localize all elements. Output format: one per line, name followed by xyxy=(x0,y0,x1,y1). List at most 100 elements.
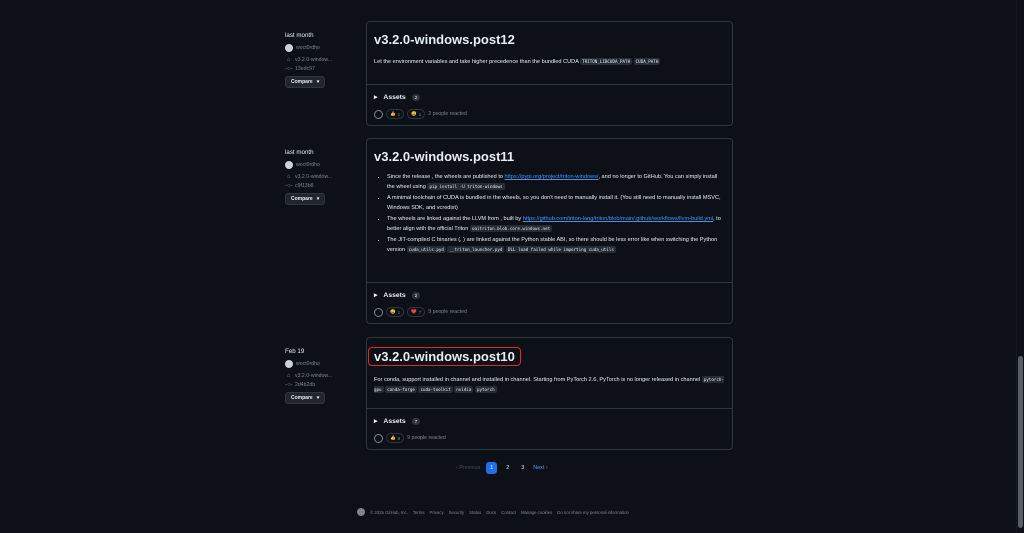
assets-toggle[interactable]: ▸ Assets 7 xyxy=(374,417,725,425)
description-text: Let the environment variables and take h… xyxy=(374,59,579,65)
reaction-pill[interactable]: 😄 1 xyxy=(407,109,426,119)
avatar xyxy=(285,360,293,368)
tag-name[interactable]: v3.2.0-window... xyxy=(295,373,332,379)
release-notes-list: Since the release , the wheels are publi… xyxy=(374,172,725,255)
tag-row[interactable]: ⌂ v3.2.0-window... xyxy=(285,373,355,379)
release-title[interactable]: v3.2.0-windows.post11 xyxy=(374,148,514,165)
reaction-emoji: 👍 xyxy=(390,435,396,440)
reaction-pill[interactable]: 😄 1 xyxy=(386,307,405,317)
commit-icon: -○- xyxy=(285,382,293,388)
footer-link-contact[interactable]: Contact xyxy=(501,510,516,515)
tag-name[interactable]: v3.2.0-window... xyxy=(295,174,332,180)
assets-label: Assets xyxy=(383,291,406,299)
compare-button[interactable]: Compare ▾ xyxy=(285,193,326,205)
chevron-down-icon: ▾ xyxy=(316,196,320,202)
author-row[interactable]: woct0rdho xyxy=(285,44,355,52)
tag-icon: ⌂ xyxy=(286,373,291,379)
footer-link-security[interactable]: Security xyxy=(449,510,465,515)
inline-code: TRITON_LIBCUDA_PATH xyxy=(580,58,633,65)
reacted-text: 9 people reacted xyxy=(428,309,467,315)
note-text: Since the release , the wheels are publi… xyxy=(387,174,505,180)
commit-row[interactable]: -○- 13edc97 xyxy=(285,66,355,72)
chevron-down-icon: ▾ xyxy=(316,395,320,401)
assets-toggle[interactable]: ▸ Assets 2 xyxy=(374,93,725,101)
commit-hash[interactable]: 13edc97 xyxy=(295,66,315,72)
reaction-pill[interactable]: ❤️ 7 xyxy=(407,307,426,317)
note-text: The wheels are linked against the LLVM f… xyxy=(387,216,523,222)
scrollbar-thumb[interactable] xyxy=(1018,356,1023,528)
release-sidebar: last month woct0rdho ⌂ v3.2.0-window... -… xyxy=(285,149,355,205)
compare-label: Compare xyxy=(291,79,313,85)
previous-page-button[interactable]: ‹ Previous xyxy=(456,465,480,471)
chevron-down-icon: ▾ xyxy=(316,79,320,85)
page-1-button[interactable]: 1 xyxy=(486,462,498,474)
page-2-button[interactable]: 2 xyxy=(503,463,512,473)
commit-row[interactable]: -○- c9f13b8 xyxy=(285,183,355,189)
footer-link-do-not-share[interactable]: Do not share my personal information xyxy=(557,510,629,515)
list-item: Since the release , the wheels are publi… xyxy=(387,172,725,192)
commit-row[interactable]: -○- 2d4b2db xyxy=(285,382,355,388)
commit-hash[interactable]: 2d4b2db xyxy=(295,382,315,388)
avatar xyxy=(285,44,293,52)
github-logo-icon[interactable] xyxy=(357,508,365,516)
commit-icon: -○- xyxy=(285,183,293,189)
list-item: A minimal toolchain of CUDA is bundled i… xyxy=(387,193,725,213)
add-reaction-icon[interactable] xyxy=(374,433,383,443)
reaction-count: 1 xyxy=(418,111,422,117)
description-text: For conda, support installed in channel … xyxy=(374,377,701,383)
release-title[interactable]: v3.2.0-windows.post12 xyxy=(374,31,515,48)
footer-link-terms[interactable]: Terms xyxy=(413,510,425,515)
reaction-count: 1 xyxy=(397,111,401,117)
author-name[interactable]: woct0rdho xyxy=(296,162,320,168)
reacted-text: 2 people reacted xyxy=(428,111,467,117)
caret-right-icon: ▸ xyxy=(374,418,378,425)
author-row[interactable]: woct0rdho xyxy=(285,360,355,368)
llvm-build-link[interactable]: https://github.com/triton-lang/triton/bl… xyxy=(523,216,713,222)
reaction-count: 1 xyxy=(397,309,401,315)
compare-button[interactable]: Compare ▾ xyxy=(285,76,326,88)
inline-code: cuda-toolkit xyxy=(418,386,453,393)
pypi-link[interactable]: https://pypi.org/project/triton-windows/ xyxy=(505,174,599,180)
add-reaction-icon[interactable] xyxy=(374,307,383,317)
inline-code: pip install -U triton-windows xyxy=(427,183,505,190)
footer-link-docs[interactable]: Docs xyxy=(486,510,496,515)
next-page-button[interactable]: Next › xyxy=(533,465,547,471)
commit-hash[interactable]: c9f13b8 xyxy=(295,183,313,189)
compare-label: Compare xyxy=(291,395,313,401)
assets-label: Assets xyxy=(383,417,406,425)
footer-link-status[interactable]: Status xyxy=(469,510,481,515)
release-date: last month xyxy=(285,32,314,39)
compare-button[interactable]: Compare ▾ xyxy=(285,392,326,404)
inline-code: __triton_launcher.pyd xyxy=(447,246,505,253)
release-title[interactable]: v3.2.0-windows.post10 xyxy=(368,347,521,366)
author-name[interactable]: woct0rdho xyxy=(296,45,320,51)
inline-code: DLL load failed while importing cuda_uti… xyxy=(505,246,616,253)
footer-link-manage-cookies[interactable]: Manage cookies xyxy=(521,510,552,515)
commit-icon: -○- xyxy=(285,66,293,72)
reactions: 👍 9 9 people reacted xyxy=(374,433,725,443)
author-row[interactable]: woct0rdho xyxy=(285,161,355,169)
caret-right-icon: ▸ xyxy=(374,94,378,101)
tag-icon: ⌂ xyxy=(286,174,291,180)
reactions: 😄 1 ❤️ 7 9 people reacted xyxy=(374,307,725,317)
author-name[interactable]: woct0rdho xyxy=(296,361,320,367)
release-footer: ▸ Assets 7 👍 9 9 people reacted xyxy=(367,408,732,451)
inline-code: conda-forge xyxy=(385,386,417,393)
footer-link-privacy[interactable]: Privacy xyxy=(430,510,444,515)
release-footer: ▸ Assets 2 😄 1 ❤️ 7 9 people reacted xyxy=(367,282,732,325)
assets-toggle[interactable]: ▸ Assets 2 xyxy=(374,291,725,299)
assets-count: 7 xyxy=(411,417,421,425)
add-reaction-icon[interactable] xyxy=(374,109,383,119)
assets-count: 2 xyxy=(411,93,421,101)
assets-label: Assets xyxy=(383,93,406,101)
page-3-button[interactable]: 3 xyxy=(518,463,527,473)
scrollbar[interactable] xyxy=(1016,0,1024,533)
reaction-emoji: 😄 xyxy=(411,111,417,116)
tag-name[interactable]: v3.2.0-window... xyxy=(295,57,332,63)
release-footer: ▸ Assets 2 👍 1 😄 1 2 people reacted xyxy=(367,84,732,127)
release-description: For conda, support installed in channel … xyxy=(374,375,725,395)
tag-row[interactable]: ⌂ v3.2.0-window... xyxy=(285,57,355,63)
reaction-pill[interactable]: 👍 1 xyxy=(386,109,405,119)
reaction-pill[interactable]: 👍 9 xyxy=(386,433,405,443)
tag-row[interactable]: ⌂ v3.2.0-window... xyxy=(285,174,355,180)
